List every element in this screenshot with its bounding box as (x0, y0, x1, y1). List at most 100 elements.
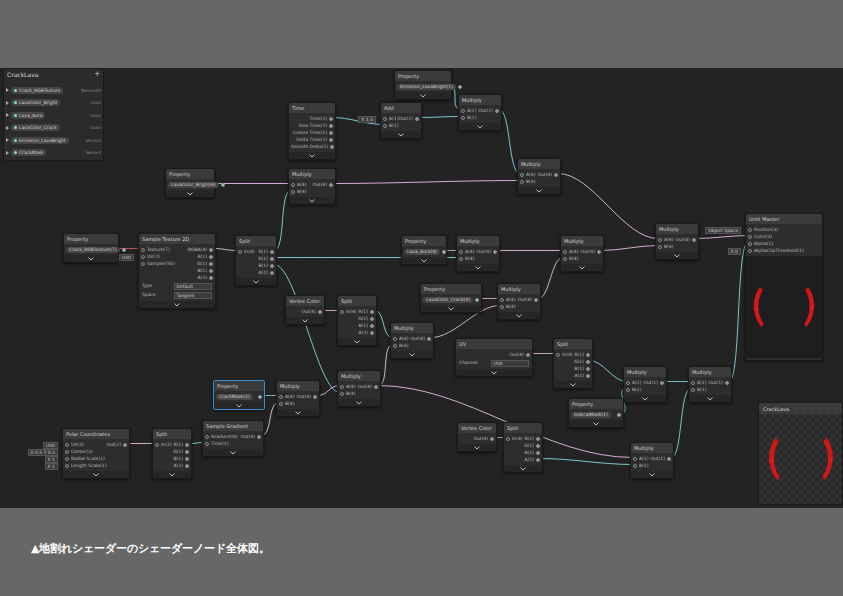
output-port[interactable]: Out(4) (580, 249, 601, 255)
node-footer[interactable] (554, 381, 592, 388)
port-dot[interactable] (318, 310, 322, 314)
output-port[interactable]: A(1) (174, 463, 189, 469)
node-header[interactable]: Split (236, 236, 276, 246)
shader-node[interactable]: PropertyIsdecalMask(1) (568, 398, 624, 428)
port-dot[interactable] (626, 388, 630, 392)
port-dot[interactable] (329, 117, 333, 121)
chevron-down-icon[interactable] (642, 397, 648, 401)
port-dot[interactable] (748, 228, 752, 232)
shader-node[interactable]: SplitIn(4)R(1)G(1)B(1)A(1) (503, 422, 543, 473)
input-port[interactable]: B(4) (340, 391, 355, 397)
chevron-down-icon[interactable] (674, 254, 680, 258)
wire[interactable] (558, 174, 658, 239)
wire[interactable] (127, 443, 155, 444)
port-dot[interactable] (658, 238, 662, 242)
property-pill[interactable]: Lava_Aura (11, 112, 45, 119)
node-header[interactable]: Property (402, 236, 446, 246)
output-port[interactable]: Out(4) (476, 249, 497, 255)
field-dropdown[interactable]: Default (174, 283, 213, 290)
node-footer[interactable] (289, 152, 335, 159)
port-dot[interactable] (586, 374, 590, 378)
port-dot[interactable] (340, 310, 344, 314)
chevron-down-icon[interactable] (421, 259, 427, 263)
node-footer[interactable] (63, 471, 129, 478)
shader-node[interactable]: PropertyCrack_RGBTexture(T) (63, 233, 119, 263)
port-dot[interactable] (340, 392, 344, 396)
output-port[interactable]: G(1) (173, 449, 189, 455)
input-value-chip[interactable]: X 1 (45, 456, 58, 463)
shader-node[interactable]: MultiplyA(4)Out(4)B(4) (517, 158, 561, 195)
node-header[interactable]: Add (381, 103, 421, 113)
output-port[interactable]: A(1) (259, 270, 274, 276)
port-dot[interactable] (520, 180, 524, 184)
input-port[interactable]: A(4) (658, 237, 673, 243)
output-port[interactable]: R(1) (358, 309, 374, 315)
output-port[interactable]: Out(2) (106, 442, 127, 448)
output-port[interactable]: Out(1) (398, 116, 419, 122)
shader-node[interactable]: SplitIn(4)R(1)G(1)B(1)A(1) (235, 235, 277, 286)
node-header[interactable]: Multiply (631, 443, 673, 453)
blackboard-item[interactable]: Lava_AuraColor (4, 109, 103, 122)
input-port[interactable]: B(4) (520, 179, 535, 185)
input-port[interactable]: Center(2) (65, 449, 93, 455)
node-footer[interactable] (395, 92, 451, 99)
node-header[interactable]: Sample Texture 2D (139, 234, 215, 244)
node-footer[interactable] (286, 317, 324, 324)
node-footer[interactable] (214, 402, 264, 409)
port-dot[interactable] (370, 310, 374, 314)
chevron-down-icon[interactable] (354, 340, 360, 344)
output-port[interactable]: Out(4) (537, 172, 558, 178)
port-dot[interactable] (461, 109, 465, 113)
node-footer[interactable] (64, 255, 118, 262)
output-port[interactable]: Out(4) (296, 394, 317, 400)
port-dot[interactable] (556, 353, 560, 357)
input-port[interactable]: A(4) (291, 182, 306, 188)
chevron-down-icon[interactable] (409, 353, 415, 357)
port-dot[interactable] (554, 173, 558, 177)
chevron-down-icon[interactable] (516, 314, 522, 318)
chevron-down-icon[interactable] (174, 303, 180, 307)
port-dot[interactable] (633, 457, 637, 461)
chevron-down-icon[interactable] (477, 125, 483, 129)
node-header[interactable]: Property (166, 169, 214, 179)
output-port[interactable]: B(1) (174, 456, 189, 462)
output-port[interactable]: A(1) (198, 275, 213, 281)
port-dot[interactable] (330, 145, 334, 149)
input-value-chip[interactable]: Object Space (705, 227, 741, 234)
input-port[interactable]: A(1) (633, 456, 648, 462)
node-header[interactable]: Multiply (656, 224, 698, 234)
output-port[interactable]: Out(1) (708, 380, 729, 386)
node-header[interactable]: Multiply (561, 236, 603, 246)
shader-node[interactable]: MultiplyA(4)Out(4)B(4) (288, 168, 336, 205)
port-dot[interactable] (185, 457, 189, 461)
port-dot[interactable] (141, 248, 145, 252)
node-header[interactable]: Multiply (498, 284, 540, 294)
input-port[interactable]: In(4) (340, 309, 357, 315)
port-dot[interactable] (658, 245, 662, 249)
chevron-down-icon[interactable] (187, 192, 193, 196)
node-header[interactable]: Property (395, 71, 451, 81)
input-value-chip[interactable]: UV0 (43, 442, 58, 449)
node-footer[interactable] (166, 190, 214, 197)
port-dot[interactable] (209, 269, 213, 273)
output-port[interactable]: Out(4) (301, 309, 322, 315)
output-port[interactable]: R(1) (258, 249, 274, 255)
input-value-chip[interactable]: UV0 (119, 254, 134, 261)
shader-node[interactable]: Sample GradientGradient(G)Out(4)Time(1) (202, 420, 264, 457)
port-dot[interactable] (141, 262, 145, 266)
node-footer[interactable] (504, 465, 542, 472)
port-dot[interactable] (209, 276, 213, 280)
input-port[interactable]: A(4) (393, 336, 408, 342)
node-header[interactable]: Time (289, 103, 335, 113)
blackboard-item[interactable]: LavaColor_BrightColor (4, 97, 103, 110)
shader-node[interactable]: MultiplyA(1)Out(1)B(1) (630, 442, 674, 479)
wire[interactable] (601, 246, 658, 251)
input-port[interactable]: B(4) (459, 256, 474, 262)
chevron-down-icon[interactable] (536, 189, 542, 193)
port-dot[interactable] (536, 444, 540, 448)
chevron-down-icon[interactable] (230, 451, 236, 455)
input-port[interactable]: B(1) (691, 387, 706, 393)
port-dot[interactable] (475, 298, 479, 302)
blackboard-item[interactable]: LavaColor_CrackColor (4, 122, 103, 135)
field-dropdown[interactable]: Tangent (174, 292, 213, 299)
